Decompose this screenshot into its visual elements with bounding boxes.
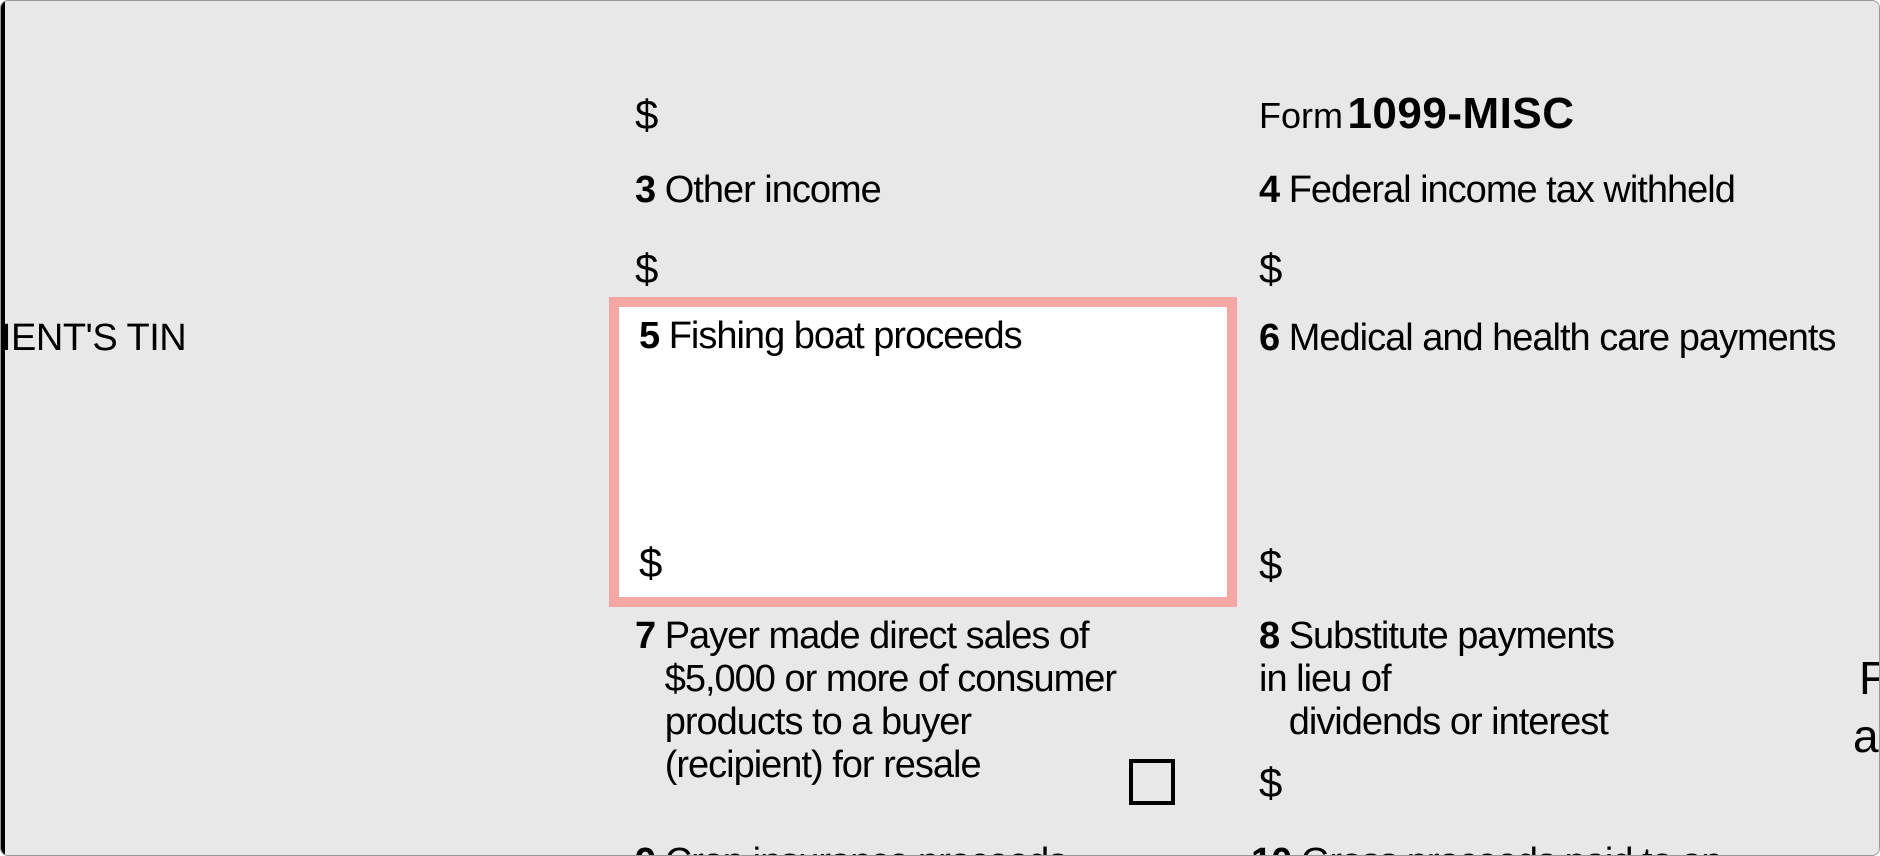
box-4-dollar: $: [1259, 245, 1282, 293]
box-6-dollar: $: [1259, 541, 1282, 589]
checkbox-icon: [1129, 759, 1175, 805]
dollar-sign: $: [635, 91, 658, 138]
box-7-text-line4: (recipient) for resale: [665, 744, 981, 786]
box-9-number: 9: [635, 841, 655, 856]
form-word: Form: [1259, 95, 1343, 136]
box-5-number: 5: [639, 315, 659, 357]
recipient-tin-text: IENT'S TIN: [1, 317, 186, 359]
box-8-number: 8: [1259, 615, 1279, 657]
box-3-number: 3: [635, 169, 655, 211]
box-4-text: Federal income tax withheld: [1289, 169, 1735, 211]
box-5-label: 5 Fishing boat proceeds: [639, 315, 1022, 358]
box-8-label: 8 Substitute payments in lieu of 8 divid…: [1259, 615, 1629, 744]
box-5-text: Fishing boat proceeds: [669, 315, 1022, 357]
box-6-number: 6: [1259, 317, 1279, 359]
box-3-label: 3 Other income: [635, 169, 881, 212]
right-clip-2: a: [1853, 709, 1879, 763]
box-top-dollar: $: [635, 91, 658, 139]
box-8-text-line2: dividends or interest: [1289, 701, 1608, 743]
box-5-dollar: $: [639, 539, 662, 587]
box-9-text: Crop insurance proceeds: [665, 841, 1067, 856]
box-3-text: Other income: [665, 169, 881, 211]
box-10-text: Gross proceeds paid to an: [1301, 841, 1722, 856]
form-1099-misc-fragment: $ Form 1099-MISC 3 Other income $ 4 Fede…: [0, 0, 1880, 856]
box-10-number: 10: [1251, 841, 1291, 856]
box-10-label: 10 Gross proceeds paid to an: [1251, 841, 1722, 856]
form-number: 1099-MISC: [1347, 89, 1574, 138]
box-6-label: 6 Medical and health care payments: [1259, 317, 1835, 360]
box-6-text: Medical and health care payments: [1289, 317, 1836, 359]
form-title: Form 1099-MISC: [1259, 89, 1575, 139]
box-8-text-line1: Substitute payments in lieu of: [1259, 615, 1614, 700]
box-7-text-line2: $5,000 or more of consumer: [665, 658, 1116, 700]
box-4-label: 4 Federal income tax withheld: [1259, 169, 1735, 212]
box-5-highlight: 5 Fishing boat proceeds $: [609, 297, 1237, 607]
box-7-checkbox[interactable]: [1129, 759, 1175, 805]
box-8-dollar: $: [1259, 759, 1282, 807]
box-7-text-line1: Payer made direct sales of: [665, 615, 1089, 657]
box-4-number: 4: [1259, 169, 1279, 211]
box-7-number: 7: [635, 615, 655, 657]
box-3-dollar: $: [635, 245, 658, 293]
box-7-text-line3: products to a buyer: [665, 701, 971, 743]
right-clip-1: F: [1859, 651, 1880, 705]
recipient-tin-label: IENT'S TIN: [1, 317, 186, 360]
box-9-label: 9 Crop insurance proceeds: [635, 841, 1066, 856]
